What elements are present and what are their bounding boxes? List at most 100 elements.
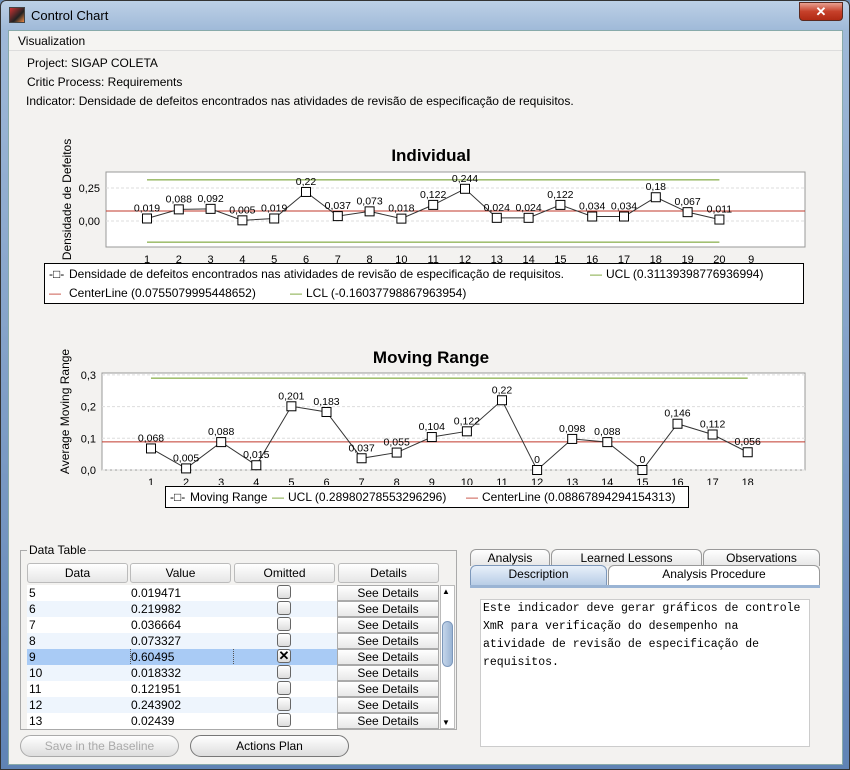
data-label: 0,112 <box>700 418 726 430</box>
x-tick-label: 2 <box>183 477 189 485</box>
cell-data: 6 <box>29 602 36 616</box>
cell-value[interactable]: 0.121951 <box>131 681 181 697</box>
x-tick-label: 11 <box>427 254 438 263</box>
description-text[interactable]: Este indicador deve gerar gráficos de co… <box>480 599 810 747</box>
see-details-button[interactable]: See Details <box>337 681 439 697</box>
close-button[interactable]: ✕ <box>799 2 843 21</box>
column-header-value[interactable]: Value <box>130 563 231 583</box>
x-tick-label: 9 <box>748 254 754 263</box>
individual-chart: Individual0,250,001 2 3 4 5 6 7 8 10 11 12 13 14 15 16… <box>60 139 806 263</box>
data-point <box>301 186 311 197</box>
table-row[interactable]: 5 0.019471 See Details <box>27 585 439 601</box>
cell-value[interactable]: 0.018332 <box>131 665 181 681</box>
scroll-down-arrow[interactable]: ▼ <box>442 718 450 727</box>
cell-value[interactable]: 0.219982 <box>131 601 181 617</box>
table-row[interactable]: 6 0.219982 See Details <box>27 601 439 617</box>
individual-legend: -□- Densidade de defeitos encontrados na… <box>44 263 804 304</box>
see-details-button[interactable]: See Details <box>337 585 439 601</box>
data-point <box>216 437 227 448</box>
table-row[interactable]: 9 0.60495 ✕ See Details <box>27 649 439 665</box>
tab-analysis[interactable]: Analysis <box>470 549 550 566</box>
tab-learned-lessons[interactable]: Learned Lessons <box>551 549 702 566</box>
omitted-checkbox[interactable] <box>277 585 291 599</box>
omitted-checkbox[interactable] <box>277 681 291 695</box>
window-title: Control Chart <box>31 8 109 23</box>
x-tick-label: 4 <box>253 477 259 485</box>
data-point <box>396 213 407 224</box>
omitted-checkbox[interactable]: ✕ <box>277 649 291 663</box>
chart-title: Individual <box>391 146 470 165</box>
data-point <box>391 447 402 458</box>
data-label: 0,056 <box>735 436 761 448</box>
x-tick-label: 13 <box>491 254 503 263</box>
cell-value[interactable]: 0.02439 <box>131 713 174 729</box>
see-details-button[interactable]: See Details <box>337 649 439 665</box>
see-details-button[interactable]: See Details <box>337 665 439 681</box>
x-tick-label: 4 <box>239 254 245 263</box>
x-tick-label: 15 <box>636 477 648 485</box>
omitted-checkbox[interactable] <box>277 601 291 615</box>
data-label: 0,201 <box>278 390 304 402</box>
actions-plan-button[interactable]: Actions Plan <box>190 735 349 757</box>
table-row[interactable]: 7 0.036664 See Details <box>27 617 439 633</box>
omitted-checkbox[interactable] <box>277 633 291 647</box>
scroll-thumb[interactable] <box>442 621 453 667</box>
cell-value[interactable]: 0.60495 <box>130 649 234 665</box>
column-header-details[interactable]: Details <box>338 563 439 583</box>
x-tick-label: 6 <box>303 254 309 263</box>
legend-lcl-line: — <box>290 286 302 300</box>
omitted-checkbox[interactable] <box>277 697 291 711</box>
see-details-button[interactable]: See Details <box>337 617 439 633</box>
y-axis-label: Densidade de Defeitos <box>60 139 74 260</box>
legend-series-icon: -□- <box>49 267 65 281</box>
cell-value[interactable]: 0.243902 <box>131 697 181 713</box>
data-label: 0,034 <box>611 201 637 213</box>
scroll-up-arrow[interactable]: ▲ <box>442 587 450 596</box>
see-details-button[interactable]: See Details <box>337 601 439 617</box>
legend-series: Densidade de defeitos encontrados nas at… <box>69 267 564 281</box>
data-label: 0,088 <box>594 426 620 438</box>
cell-value[interactable]: 0.036664 <box>131 617 181 633</box>
data-point <box>428 199 439 210</box>
x-tick-label: 5 <box>288 477 294 485</box>
legend-lcl: LCL (-0.16037798867963954) <box>306 286 467 300</box>
omitted-checkbox[interactable] <box>277 665 291 679</box>
omitted-checkbox[interactable] <box>277 713 291 727</box>
omitted-checkbox[interactable] <box>277 617 291 631</box>
table-row[interactable]: 13 0.02439 See Details <box>27 713 439 729</box>
see-details-button[interactable]: See Details <box>337 697 439 713</box>
x-tick-label: 15 <box>554 254 566 263</box>
control-chart-window: Control Chart ✕ Visualization Project: S… <box>0 0 850 770</box>
see-details-button[interactable]: See Details <box>337 713 439 729</box>
x-tick-label: 13 <box>566 477 578 485</box>
cell-value[interactable]: 0.073327 <box>131 633 181 649</box>
tab-analysis-procedure[interactable]: Analysis Procedure <box>608 565 820 585</box>
x-tick-label: 18 <box>650 254 662 263</box>
column-header-data[interactable]: Data <box>27 563 128 583</box>
process-label: Critic Process: Requirements <box>27 75 183 89</box>
data-point <box>497 395 507 406</box>
see-details-button[interactable]: See Details <box>337 633 439 649</box>
tab-observations[interactable]: Observations <box>703 549 820 566</box>
data-label: 0,024 <box>484 202 510 214</box>
tab-description[interactable]: Description <box>470 565 607 585</box>
data-point <box>460 183 470 194</box>
table-row[interactable]: 12 0.243902 See Details <box>27 697 439 713</box>
column-header-omitted[interactable]: Omitted <box>234 563 335 583</box>
y-tick-label: 0,00 <box>79 216 100 228</box>
chart-title: Moving Range <box>373 348 489 367</box>
table-row[interactable]: 11 0.121951 See Details <box>27 681 439 697</box>
cell-value[interactable]: 0.019471 <box>131 585 181 601</box>
x-tick-label: 16 <box>671 477 683 485</box>
save-baseline-button[interactable]: Save in the Baseline <box>20 735 179 757</box>
data-table-title: Data Table <box>27 543 89 557</box>
tab-underline <box>470 585 820 588</box>
y-tick-label: 0,0 <box>81 465 96 477</box>
table-row[interactable]: 8 0.073327 See Details <box>27 633 439 649</box>
data-label: 0,104 <box>419 421 445 433</box>
table-row[interactable]: 10 0.018332 See Details <box>27 665 439 681</box>
moving-range-legend: -□- Moving Range — UCL (0.28980278553296… <box>165 486 689 508</box>
menu-visualization[interactable]: Visualization <box>18 34 85 48</box>
table-scrollbar[interactable]: ▲ ▼ <box>440 585 455 729</box>
data-label: 0,122 <box>420 189 446 201</box>
